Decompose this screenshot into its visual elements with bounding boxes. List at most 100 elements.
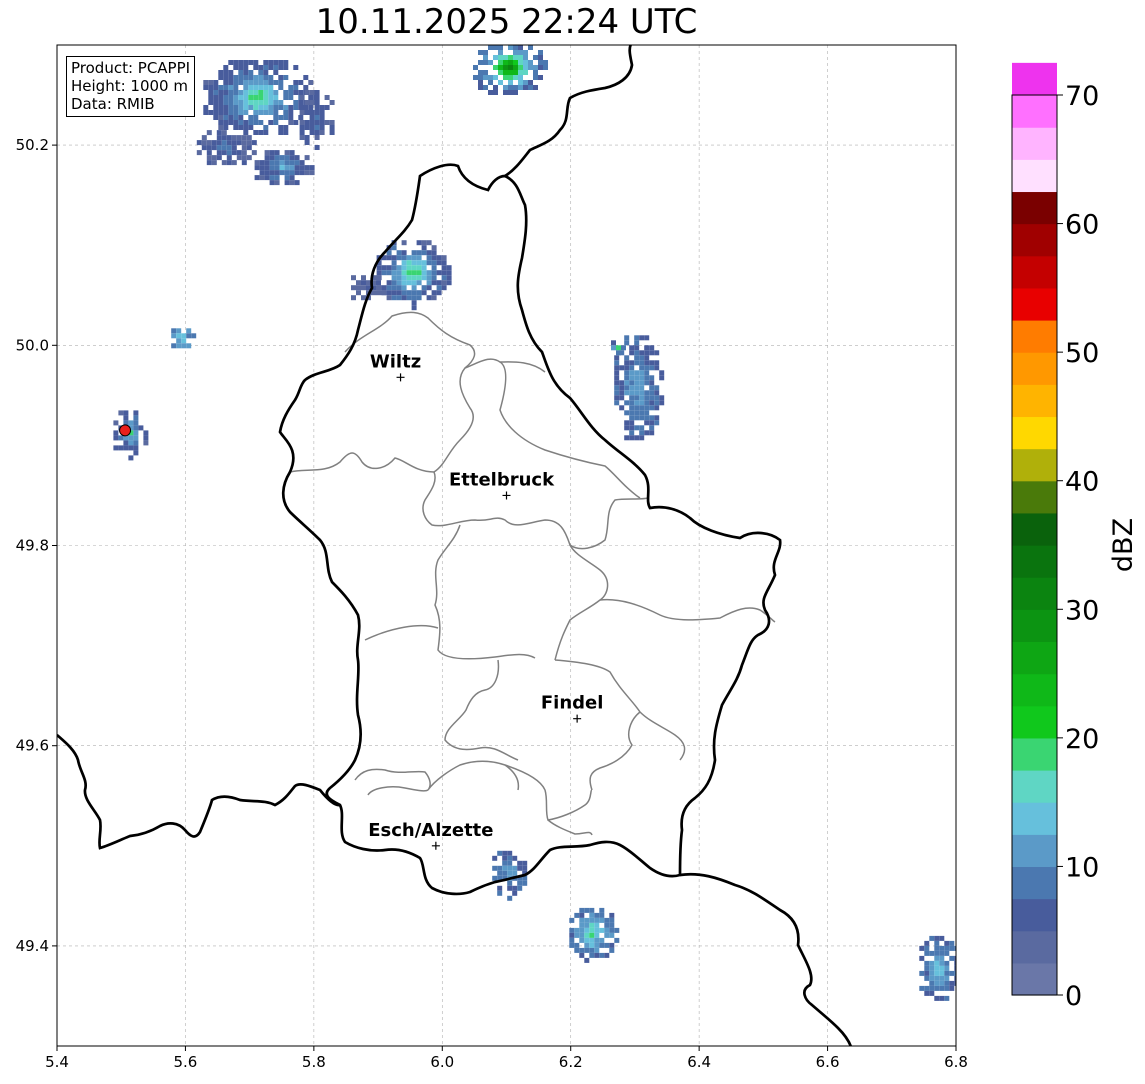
echo-pixel [507,895,513,901]
echo-pixel [396,290,402,296]
echo-pixel [243,90,249,95]
echo-pixel [293,120,299,125]
echo-pixel [543,60,548,65]
echo-pixel [934,985,940,991]
echo-pixel [143,435,149,441]
colorbar-segment [1012,930,1057,964]
echo-pixel [213,95,219,100]
echo-pixel [508,55,513,60]
echo-pixel [513,45,518,50]
echo-pixel [522,860,528,866]
echo-pixel [497,870,503,876]
echo-pixel [426,270,432,276]
echo-pixel [236,135,242,141]
echo-pixel [258,105,264,110]
echo-pixel [426,285,432,291]
echo-pixel [294,170,300,176]
echo-pixel [513,65,518,70]
echo-pixel [254,165,260,171]
echo-pixel [939,995,945,1001]
echo-pixel [421,275,427,281]
echo-pixel [208,80,214,85]
echo-pixel [391,290,397,296]
echo-pixel [253,110,259,115]
echo-pixel [253,90,259,95]
echo-pixel [283,95,289,100]
echo-pixel [391,275,397,281]
echo-pixel [624,340,630,346]
echo-pixel [533,70,538,75]
echo-pixel [518,85,523,90]
echo-pixel [228,95,234,100]
echo-pixel [574,927,580,933]
echo-pixel [231,145,237,151]
echo-pixel [513,85,518,90]
echo-pixel [614,375,620,381]
echo-pixel [259,165,265,171]
echo-pixel [604,932,610,938]
echo-pixel [513,90,518,95]
echo-pixel [939,935,945,941]
echo-pixel [221,145,227,151]
echo-pixel [248,85,254,90]
echo-pixel [498,55,503,60]
echo-pixel [639,380,645,386]
echo-pixel [574,947,580,953]
echo-pixel [278,125,284,130]
echo-pixel [208,100,214,105]
echo-pixel [518,60,523,65]
echo-pixel [502,870,508,876]
echo-pixel [241,160,247,166]
echo-pixel [508,65,513,70]
echo-pixel [396,265,402,271]
echo-pixel [538,50,543,55]
echo-pixel [293,105,299,110]
echo-pixel [584,947,590,953]
echo-pixel [619,395,625,401]
radar-map: 5.4 5.6 5.8 6.0 6.2 6.4 6.6 6.8 49.4 49.6 49.8 50.0… [16,44,1139,1071]
echo-pixel [503,65,508,70]
echo-pixel [644,400,650,406]
echo-pixel [599,952,605,958]
echo-pixel [304,155,310,161]
echo-pixel [594,937,600,943]
info-height: Height: 1000 m [71,77,188,95]
echo-pixel [211,140,217,146]
echo-pixel [274,165,280,171]
echo-pixel [478,85,483,90]
echo-pixel [949,970,955,976]
echo-pixel [639,335,645,341]
echo-pixel [401,255,407,261]
echo-pixel [503,90,508,95]
echo-pixel [401,240,407,246]
echo-pixel [624,410,630,416]
echo-pixel [269,160,275,166]
echo-pixel [416,265,422,271]
echo-pixel [644,380,650,386]
colorbar-label: dBZ [1108,518,1139,572]
echo-pixel [503,85,508,90]
echo-pixel [221,160,227,166]
echo-pixel [299,160,305,166]
echo-pixel [386,265,392,271]
echo-pixel [949,955,955,961]
echo-pixel [391,280,397,286]
echo-pixel [248,105,254,110]
echo-pixel [299,95,305,100]
echo-pixel [406,255,412,261]
echo-pixel [208,110,214,115]
echo-pixel [248,75,254,80]
echo-pixel [268,60,274,65]
echo-pixel [293,65,299,70]
echo-pixel [269,150,275,156]
echo-pixel [293,85,299,90]
echo-pixel [201,135,207,141]
echo-pixel [113,435,119,441]
echo-pixel [649,375,655,381]
echo-pixel [133,430,139,436]
echo-pixel [324,95,330,100]
echo-pixel [314,90,320,95]
echo-pixel [431,265,437,271]
echo-pixel [436,290,442,296]
echo-pixel [299,130,305,135]
